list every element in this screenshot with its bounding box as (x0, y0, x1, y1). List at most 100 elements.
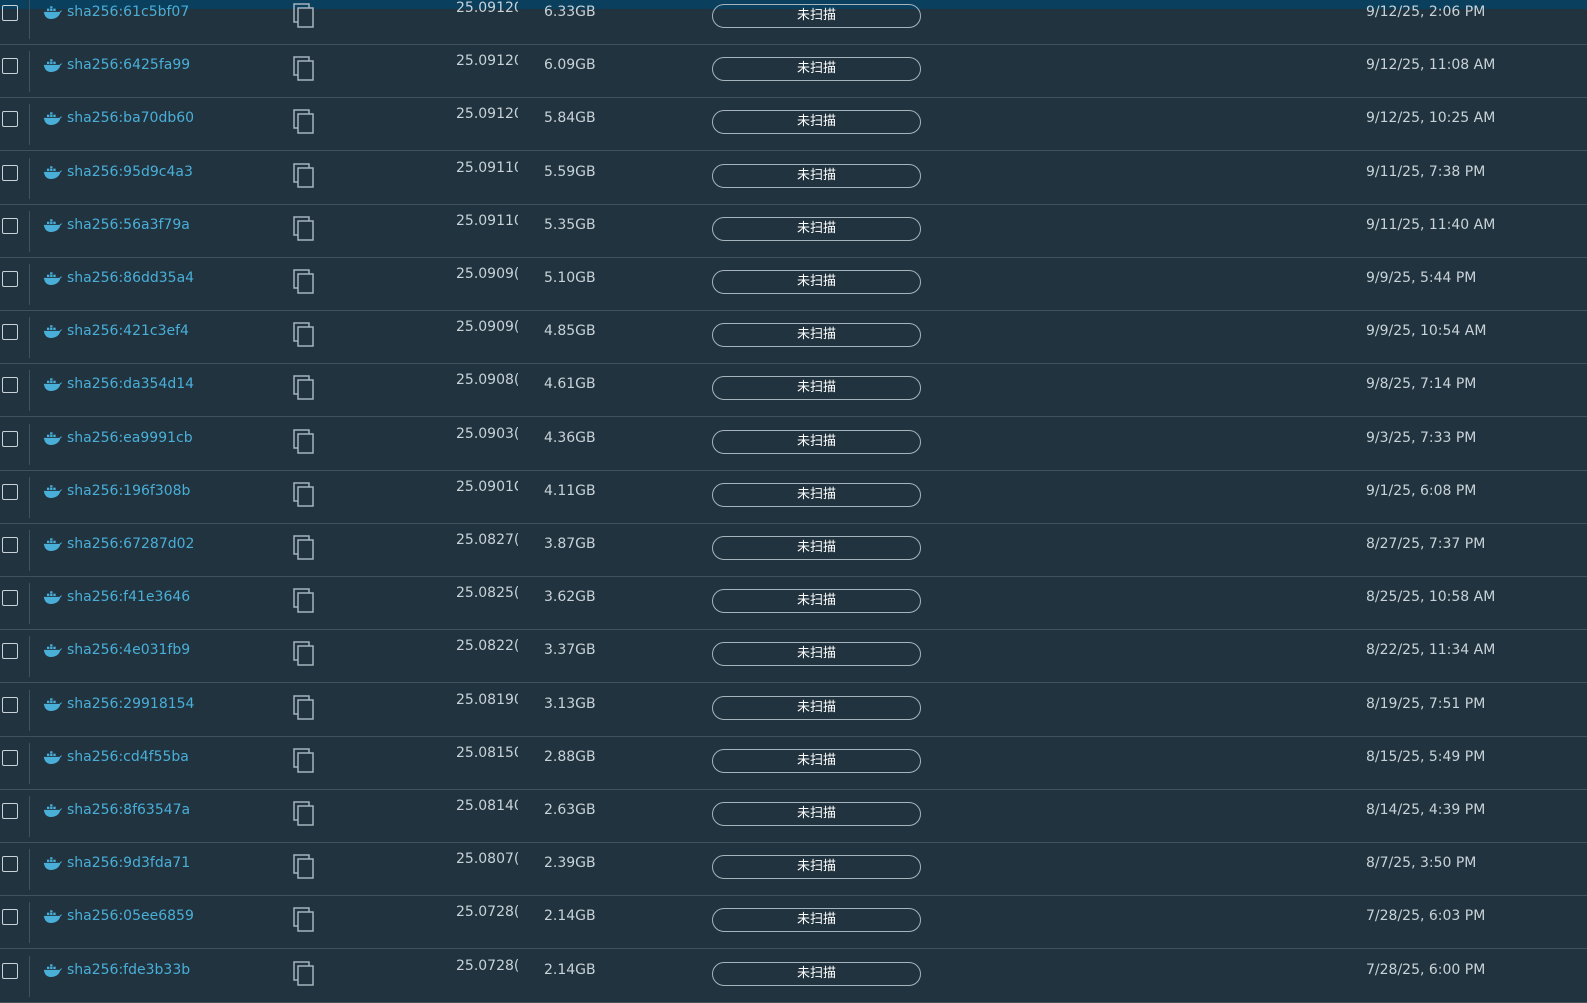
scan-status-button[interactable]: 未扫描 (712, 323, 921, 348)
row-checkbox[interactable] (2, 962, 18, 979)
column-divider (29, 955, 30, 997)
artifact-digest-link[interactable]: sha256:8f63547a (67, 802, 190, 818)
docker-whale-icon (43, 112, 62, 126)
size-value: 4.61GB (544, 376, 596, 393)
scan-status-button[interactable]: 未扫描 (712, 536, 921, 560)
tag-value: 25.08150 (456, 744, 518, 761)
scan-status-button[interactable]: 未扫描 (712, 642, 921, 667)
row-checkbox[interactable] (2, 483, 18, 500)
artifact-digest-link[interactable]: sha256:196f308b (67, 483, 190, 499)
table-row: sha256:67287d02 25.0827( 3.87GB 未扫描 8/27… (0, 524, 1587, 577)
copy-icon[interactable] (292, 641, 316, 667)
copy-icon[interactable] (292, 801, 316, 827)
artifact-digest-link[interactable]: sha256:9d3fda71 (67, 855, 190, 871)
table-row: sha256:86dd35a4 25.0909( 5.10GB 未扫描 9/9/… (0, 258, 1587, 311)
scan-status-button[interactable]: 未扫描 (712, 855, 921, 880)
artifact-digest-link[interactable]: sha256:56a3f79a (67, 217, 190, 233)
scan-status-button[interactable]: 未扫描 (712, 695, 921, 720)
artifact-digest-link[interactable]: sha256:4e031fb9 (67, 642, 190, 658)
scan-status-button[interactable]: 未扫描 (712, 376, 921, 401)
row-checkbox[interactable] (2, 324, 18, 341)
push-time: 9/11/25, 7:38 PM (1366, 163, 1486, 180)
copy-icon[interactable] (292, 322, 316, 348)
table-row: sha256:196f308b 25.0901C 4.11GB 未扫描 9/1/… (0, 471, 1587, 524)
artifact-digest-link[interactable]: sha256:05ee6859 (67, 908, 194, 924)
copy-icon[interactable] (292, 375, 316, 401)
size-value: 2.88GB (544, 748, 596, 765)
row-checkbox[interactable] (2, 537, 18, 553)
row-checkbox[interactable] (2, 5, 18, 21)
table-row: sha256:421c3ef4 25.0909( 4.85GB 未扫描 9/9/… (0, 311, 1587, 365)
copy-icon[interactable] (292, 588, 316, 614)
row-checkbox[interactable] (2, 111, 18, 128)
artifact-digest-link[interactable]: sha256:da354d14 (67, 376, 194, 392)
scan-status-button[interactable]: 未扫描 (712, 4, 921, 28)
scan-status-button[interactable]: 未扫描 (712, 961, 921, 986)
row-checkbox[interactable] (2, 749, 18, 766)
table-row: sha256:da354d14 25.0908( 4.61GB 未扫描 9/8/… (0, 364, 1587, 418)
scan-status-button[interactable]: 未扫描 (712, 216, 921, 241)
scan-status-button[interactable]: 未扫描 (712, 429, 921, 454)
artifact-digest-link[interactable]: sha256:95d9c4a3 (67, 164, 193, 180)
artifact-digest-link[interactable]: sha256:ba70db60 (67, 110, 194, 126)
copy-icon[interactable] (292, 56, 316, 82)
scan-status-button[interactable]: 未扫描 (712, 57, 921, 82)
scan-status-button[interactable]: 未扫描 (712, 748, 921, 773)
scan-status-button[interactable]: 未扫描 (712, 270, 921, 294)
artifact-digest-link[interactable]: sha256:29918154 (67, 696, 194, 712)
copy-icon[interactable] (292, 854, 316, 880)
copy-icon[interactable] (292, 960, 316, 987)
artifact-digest-link[interactable]: sha256:f41e3646 (67, 589, 190, 605)
push-time: 9/11/25, 11:40 AM (1366, 216, 1496, 233)
scan-status-button[interactable]: 未扫描 (712, 482, 921, 507)
row-checkbox[interactable] (2, 803, 18, 819)
row-checkbox[interactable] (2, 58, 18, 75)
copy-icon[interactable] (292, 428, 316, 455)
column-divider (29, 210, 30, 252)
artifact-digest-link[interactable]: sha256:6425fa99 (67, 57, 190, 73)
row-checkbox[interactable] (2, 590, 18, 607)
artifact-digest-link[interactable]: sha256:ea9991cb (67, 430, 193, 446)
row-checkbox[interactable] (2, 377, 18, 394)
copy-icon[interactable] (292, 907, 316, 933)
artifact-digest-link[interactable]: sha256:61c5bf07 (67, 4, 189, 20)
row-checkbox[interactable] (2, 430, 18, 447)
table-row: sha256:fde3b33b 25.0728( 2.14GB 未扫描 7/28… (0, 950, 1587, 1003)
row-checkbox[interactable] (2, 643, 18, 660)
row-checkbox[interactable] (2, 909, 18, 926)
tag-value: 25.08140 (456, 798, 518, 814)
copy-icon[interactable] (292, 748, 316, 774)
push-time: 8/22/25, 11:34 AM (1366, 642, 1496, 659)
copy-icon[interactable] (292, 109, 316, 135)
scan-status-button[interactable]: 未扫描 (712, 110, 921, 135)
docker-whale-icon (43, 378, 62, 392)
artifact-digest-link[interactable]: sha256:67287d02 (67, 536, 194, 552)
scan-status-button[interactable]: 未扫描 (712, 163, 921, 188)
column-divider (29, 476, 30, 518)
row-checkbox[interactable] (2, 164, 18, 181)
tag-value: 25.0807( (456, 851, 518, 868)
scan-status-button[interactable]: 未扫描 (712, 589, 921, 614)
row-checkbox[interactable] (2, 696, 18, 713)
copy-icon[interactable] (292, 535, 316, 561)
docker-whale-icon (43, 538, 62, 551)
copy-icon[interactable] (292, 216, 316, 242)
copy-icon[interactable] (292, 3, 316, 29)
artifact-digest-link[interactable]: sha256:cd4f55ba (67, 749, 189, 765)
push-time: 8/7/25, 3:50 PM (1366, 855, 1477, 872)
column-divider (29, 796, 30, 837)
row-checkbox[interactable] (2, 856, 18, 873)
copy-icon[interactable] (292, 694, 316, 721)
copy-icon[interactable] (292, 269, 316, 295)
artifact-digest-link[interactable]: sha256:421c3ef4 (67, 323, 189, 339)
tag-value: 25.0728( (456, 957, 518, 974)
scan-status-button[interactable]: 未扫描 (712, 802, 921, 826)
row-checkbox[interactable] (2, 217, 18, 234)
push-time: 9/3/25, 7:33 PM (1366, 429, 1477, 446)
artifact-digest-link[interactable]: sha256:86dd35a4 (67, 270, 194, 286)
scan-status-button[interactable]: 未扫描 (712, 908, 921, 933)
row-checkbox[interactable] (2, 271, 18, 287)
copy-icon[interactable] (292, 162, 316, 189)
artifact-digest-link[interactable]: sha256:fde3b33b (67, 962, 190, 978)
copy-icon[interactable] (292, 482, 316, 508)
